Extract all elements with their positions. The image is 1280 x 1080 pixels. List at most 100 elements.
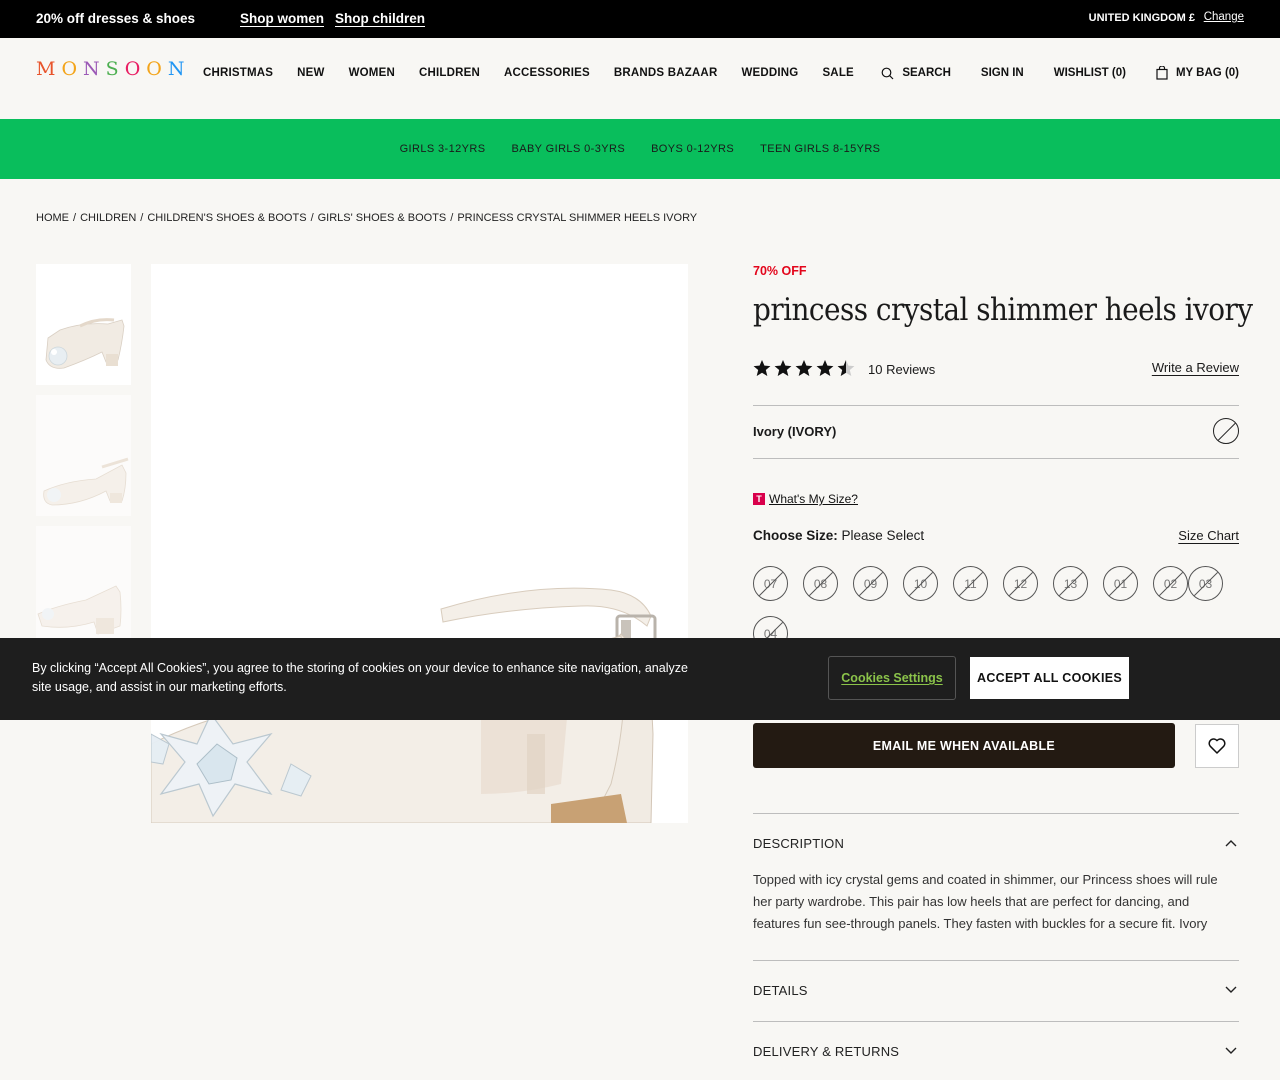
divider xyxy=(753,458,1239,459)
colour-label: Ivory (IVORY) xyxy=(753,424,837,439)
breadcrumb-separator: / xyxy=(450,212,454,224)
discount-badge: 70% OFF xyxy=(753,264,807,278)
divider xyxy=(753,405,1239,406)
cookies-settings-button[interactable]: Cookies Settings xyxy=(828,656,956,700)
size-tool-icon: T xyxy=(753,493,765,505)
star-icon xyxy=(816,360,834,376)
bag-label: MY BAG xyxy=(1175,67,1222,79)
details-accordion-header[interactable]: DETAILS xyxy=(753,983,1239,998)
add-to-wishlist-button[interactable] xyxy=(1195,724,1239,768)
size-option-unavailable[interactable]: 10 xyxy=(903,566,938,601)
email-me-when-available-button[interactable]: EMAIL ME WHEN AVAILABLE xyxy=(753,723,1175,768)
rating-stars[interactable] xyxy=(753,359,858,377)
size-option-unavailable[interactable]: 01 xyxy=(1103,566,1138,601)
logo-letter: S xyxy=(105,58,125,80)
chevron-down-icon xyxy=(1225,986,1237,993)
utility-nav: SEARCH SIGN IN WISHLIST (0) MY BAG (0) xyxy=(881,66,1239,80)
size-option-unavailable[interactable]: 12 xyxy=(1003,566,1038,601)
whats-my-size-link[interactable]: T What's My Size? xyxy=(753,492,858,506)
chevron-up-icon xyxy=(1225,840,1237,847)
subnav-item-teen-girls-8-15yrs[interactable]: TEEN GIRLS 8-15YRS xyxy=(760,143,880,155)
logo-letter: M xyxy=(36,58,62,80)
main-nav: CHRISTMAS NEW WOMEN CHILDREN ACCESSORIES BRAN… xyxy=(203,67,878,79)
cookie-banner: By clicking “Accept All Cookies”, you ag… xyxy=(0,638,1280,720)
review-count[interactable]: 10 Reviews xyxy=(868,362,935,377)
search-label: SEARCH xyxy=(902,67,951,79)
shoe-product-image xyxy=(151,264,688,823)
size-option-unavailable[interactable]: 07 xyxy=(753,566,788,601)
product-thumbnail-1[interactable] xyxy=(36,264,131,385)
nav-item-wedding[interactable]: WEDDING xyxy=(741,67,798,79)
subnav-item-boys-0-12yrs[interactable]: BOYS 0-12YRS xyxy=(651,143,734,155)
star-icon xyxy=(795,360,813,376)
product-thumbnail-2[interactable] xyxy=(36,395,131,516)
subnav-item-girls-3-12yrs[interactable]: GIRLS 3-12YRS xyxy=(400,143,486,155)
breadcrumb-separator: / xyxy=(73,212,77,224)
promo-bar: 20% off dresses & shoes Shop women Shop … xyxy=(0,0,1280,38)
wishlist-link[interactable]: WISHLIST (0) xyxy=(1054,67,1126,79)
promo-offer[interactable]: 20% off dresses & shoes xyxy=(36,11,195,26)
site-header: MONSOON CHRISTMAS NEW WOMEN CHILDREN ACCESSO… xyxy=(0,38,1280,119)
star-icon xyxy=(774,360,792,376)
size-option-unavailable[interactable]: 11 xyxy=(953,566,988,601)
divider xyxy=(753,1021,1239,1022)
logo-letter: O xyxy=(124,58,147,80)
search-icon xyxy=(881,67,894,79)
description-accordion-header[interactable]: DESCRIPTION xyxy=(753,836,1239,851)
description-title: DESCRIPTION xyxy=(753,836,845,851)
bag-link[interactable]: MY BAG (0) xyxy=(1156,66,1239,80)
heart-icon xyxy=(1208,738,1226,754)
size-option-unavailable[interactable]: 08 xyxy=(803,566,838,601)
logo-letter: N xyxy=(83,58,106,80)
accept-all-cookies-button[interactable]: ACCEPT ALL COOKIES xyxy=(970,657,1129,699)
choose-size: Choose Size: Please Select xyxy=(753,528,924,543)
sign-in-link[interactable]: SIGN IN xyxy=(981,67,1024,79)
search-button[interactable]: SEARCH xyxy=(881,67,951,80)
star-icon xyxy=(753,360,771,376)
nav-item-accessories[interactable]: ACCESSORIES xyxy=(504,67,590,79)
shoe-thumbnail-image xyxy=(36,395,131,516)
monsoon-logo[interactable]: MONSOON xyxy=(36,58,190,80)
nav-item-children[interactable]: CHILDREN xyxy=(419,67,480,79)
chevron-down-icon xyxy=(1225,1047,1237,1054)
whats-my-size-label: What's My Size? xyxy=(769,492,858,506)
breadcrumb-item[interactable]: CHILDREN'S SHOES & BOOTS xyxy=(147,212,306,224)
breadcrumb-item: PRINCESS CRYSTAL SHIMMER HEELS IVORY xyxy=(457,212,698,224)
nav-item-sale[interactable]: SALE xyxy=(822,67,853,79)
main-product-image[interactable] xyxy=(151,264,688,823)
colour-swatch[interactable] xyxy=(1213,418,1239,444)
subnav-item-baby-girls-0-3yrs[interactable]: BABY GIRLS 0-3YRS xyxy=(511,143,625,155)
choose-size-label: Choose Size: xyxy=(753,528,838,543)
product-title: princess crystal shimmer heels ivory xyxy=(753,292,1253,328)
breadcrumb-separator: / xyxy=(310,212,314,224)
size-option-unavailable[interactable]: 03 xyxy=(1188,566,1223,601)
wishlist-count: (0) xyxy=(1111,67,1126,79)
size-option-unavailable[interactable]: 09 xyxy=(853,566,888,601)
change-country-link[interactable]: Change xyxy=(1204,11,1244,23)
choose-size-value: Please Select xyxy=(841,528,925,543)
nav-item-women[interactable]: WOMEN xyxy=(349,67,395,79)
breadcrumb-item[interactable]: HOME xyxy=(36,212,69,224)
nav-item-new[interactable]: NEW xyxy=(297,67,324,79)
breadcrumb-item[interactable]: CHILDREN xyxy=(80,212,136,224)
star-icon xyxy=(837,360,855,376)
breadcrumb-item[interactable]: GIRLS' SHOES & BOOTS xyxy=(318,212,447,224)
wishlist-label: WISHLIST xyxy=(1053,67,1109,79)
logo-letter: O xyxy=(61,58,84,80)
shop-children-link[interactable]: Shop children xyxy=(335,11,425,26)
delivery-returns-accordion-header[interactable]: DELIVERY & RETURNS xyxy=(753,1044,1239,1059)
product-thumbnail-3[interactable] xyxy=(36,526,131,647)
divider xyxy=(753,960,1239,961)
nav-item-christmas[interactable]: CHRISTMAS xyxy=(203,67,273,79)
nav-item-brands-bazaar[interactable]: BRANDS BAZAAR xyxy=(614,67,718,79)
size-option-unavailable[interactable]: 13 xyxy=(1053,566,1088,601)
country-label: UNITED KINGDOM £ xyxy=(1088,12,1195,24)
size-chart-link[interactable]: Size Chart xyxy=(1178,528,1239,543)
breadcrumb: HOME / CHILDREN / CHILDREN'S SHOES & BOOTS / G… xyxy=(36,212,697,224)
shop-women-link[interactable]: Shop women xyxy=(240,11,324,26)
details-title: DETAILS xyxy=(753,983,808,998)
breadcrumb-separator: / xyxy=(140,212,144,224)
size-option-unavailable[interactable]: 02 xyxy=(1153,566,1188,601)
divider xyxy=(753,813,1239,814)
write-review-link[interactable]: Write a Review xyxy=(1152,360,1239,375)
